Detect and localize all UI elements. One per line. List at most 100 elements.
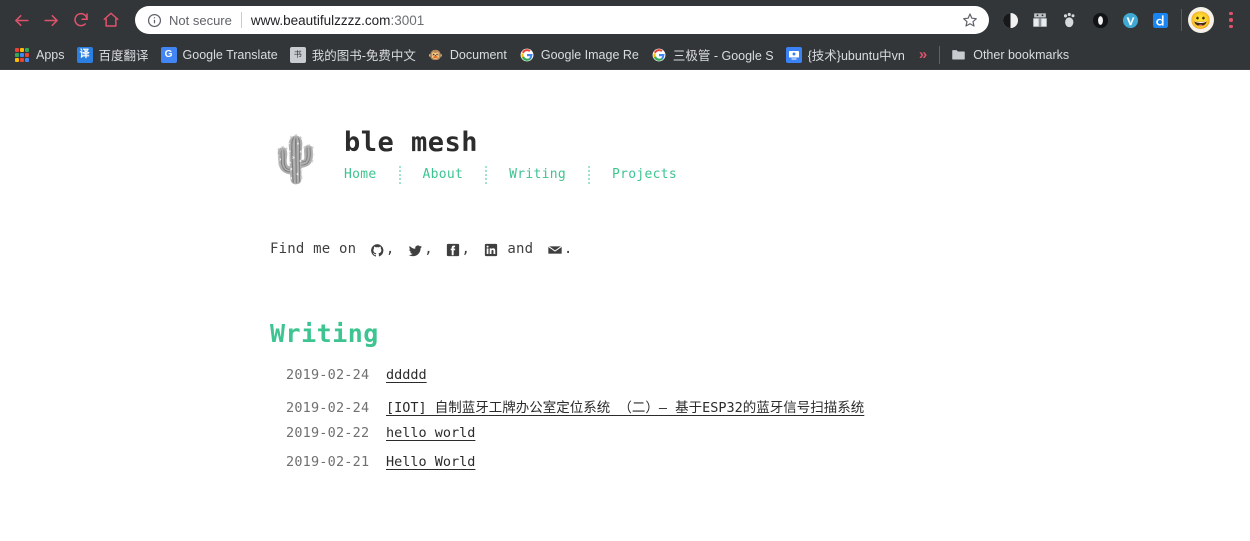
browser-toolbar: Not secure www.beautifulzzzz.com:3001 😀 — [0, 0, 1250, 40]
bookmark-item-google-image-re[interactable]: Google Image Re — [513, 45, 645, 65]
bookmark-label: 我的图书-免费中文 — [311, 49, 416, 63]
find-me-comma: , — [385, 241, 404, 257]
dark-reader-extension-icon[interactable] — [995, 5, 1025, 35]
security-status-label: Not secure — [169, 12, 232, 28]
bookmarks-divider — [939, 45, 941, 64]
d-extension-icon[interactable] — [1145, 5, 1175, 35]
bookmark-item-sanjiguan-google[interactable]: 三极管 - Google S — [645, 43, 780, 66]
bookmark-item-my-books[interactable]: 书 我的图书-免费中文 — [284, 43, 422, 66]
bookmark-label: Google Image Re — [540, 47, 639, 62]
bookmark-label: 三极管 - Google S — [672, 49, 774, 63]
v-circle-glyph — [1122, 12, 1138, 28]
bookmark-label: 百度翻译 — [98, 49, 149, 63]
nav-item-home[interactable]: Home — [344, 167, 399, 182]
gift-extension-icon[interactable] — [1025, 5, 1055, 35]
find-me-joiner: and — [498, 241, 542, 257]
bookmark-item-google-translate[interactable]: G Google Translate — [155, 45, 284, 65]
opera-extension-icon[interactable] — [1085, 5, 1115, 35]
url-port: :3001 — [390, 12, 425, 28]
github-icon[interactable] — [370, 243, 385, 258]
books-icon: 书 — [289, 46, 306, 63]
document-icon: 🐵 — [428, 47, 444, 62]
post-date: 2019-02-24 — [286, 400, 370, 416]
circle-o-glyph — [1092, 12, 1108, 28]
writing-section-heading: Writing — [270, 319, 379, 348]
find-me-comma: , — [461, 241, 479, 257]
back-arrow-icon — [14, 14, 29, 26]
vimium-extension-icon[interactable] — [1115, 5, 1145, 35]
gift-glyph — [1033, 13, 1047, 27]
cactus-logo: 🌵 — [267, 133, 325, 185]
kebab-dot — [1229, 24, 1233, 29]
url-host: www.beautifulzzzz.com — [250, 12, 391, 28]
info-circle-icon[interactable] — [147, 13, 162, 28]
bookmark-item-document[interactable]: 🐵 Document — [422, 45, 513, 65]
gnome-extension-icon[interactable] — [1055, 5, 1085, 35]
foot-glyph — [1063, 12, 1075, 28]
bookmark-label: Google Translate — [182, 47, 278, 62]
other-bookmarks-label: Other bookmarks — [973, 47, 1070, 62]
forward-button[interactable] — [36, 5, 66, 35]
list-item: 2019-02-24 ddddd — [286, 367, 1250, 396]
post-link[interactable]: hello world — [386, 425, 475, 441]
bookmark-label: Apps — [36, 47, 65, 62]
writing-post-list: 2019-02-24 ddddd 2019-02-24 [IOT] 自制蓝牙工牌… — [270, 367, 1250, 483]
avatar[interactable]: 😀 — [1188, 7, 1214, 33]
linkedin-icon[interactable] — [484, 243, 498, 257]
baidu-translate-icon: 译 — [76, 46, 93, 63]
star-icon — [963, 13, 977, 27]
chrome-menu-button[interactable] — [1218, 5, 1244, 35]
twitter-icon[interactable] — [408, 243, 423, 258]
kebab-dot — [1229, 11, 1233, 16]
find-me-on-line: Find me on , , , and . — [270, 241, 1250, 257]
apps-grid-icon — [14, 47, 30, 63]
extension-icons — [995, 5, 1175, 35]
nav-item-writing[interactable]: Writing — [487, 167, 588, 182]
find-me-comma: , — [424, 241, 442, 257]
bookmark-item-apps[interactable]: Apps — [8, 45, 71, 65]
post-link[interactable]: [IOT] 自制蓝牙工牌办公室定位系统 （二）— 基于ESP32的蓝牙信号扫描系… — [386, 396, 864, 416]
other-bookmarks-button[interactable]: Other bookmarks — [944, 45, 1075, 65]
post-link[interactable]: Hello World — [386, 454, 475, 470]
facebook-icon[interactable] — [446, 243, 460, 257]
omnibox-divider — [240, 12, 242, 28]
bookmark-item-ubuntu-vnc[interactable]: {技术}ubuntu中vn — [780, 43, 911, 66]
google-icon — [519, 47, 535, 63]
home-icon — [103, 12, 119, 27]
nav-item-about[interactable]: About — [401, 167, 486, 182]
find-me-prefix: Find me on — [270, 241, 365, 257]
home-button[interactable] — [96, 5, 126, 35]
email-icon[interactable] — [547, 242, 563, 258]
kebab-dot — [1229, 18, 1233, 22]
google-icon — [651, 47, 667, 63]
post-date: 2019-02-24 — [286, 367, 370, 383]
browser-chrome: Not secure www.beautifulzzzz.com:3001 😀 … — [0, 0, 1250, 70]
half-moon-glyph — [1002, 12, 1018, 28]
address-bar[interactable]: Not secure www.beautifulzzzz.com:3001 — [135, 6, 989, 34]
url-text: www.beautifulzzzz.com:3001 — [251, 13, 957, 28]
bookmark-star-button[interactable] — [957, 7, 983, 33]
bookmarks-overflow-button[interactable]: » — [911, 46, 935, 63]
post-date: 2019-02-21 — [286, 454, 370, 470]
site-header-text: ble mesh Home About Writing Projects — [344, 126, 699, 184]
site-nav: Home About Writing Projects — [344, 165, 699, 184]
bookmark-item-baidu-translate[interactable]: 译 百度翻译 — [71, 43, 155, 66]
reload-button[interactable] — [66, 5, 96, 35]
folder-icon — [950, 47, 966, 63]
post-link[interactable]: ddddd — [386, 367, 427, 383]
page-title: ble mesh — [344, 127, 479, 158]
d-square-glyph — [1152, 12, 1168, 28]
reload-icon — [74, 12, 88, 27]
toolbar-divider — [1181, 9, 1182, 31]
back-button[interactable] — [6, 5, 36, 35]
ubuntu-bookmark-icon — [785, 46, 802, 63]
site-header: 🌵 ble mesh Home About Writing Projects — [267, 126, 1250, 190]
nav-item-projects[interactable]: Projects — [590, 167, 699, 182]
list-item: 2019-02-24 [IOT] 自制蓝牙工牌办公室定位系统 （二）— 基于ES… — [286, 396, 1250, 425]
list-item: 2019-02-22 hello world — [286, 425, 1250, 454]
forward-arrow-icon — [43, 14, 58, 26]
bookmarks-bar: Apps 译 百度翻译 G Google Translate 书 我的图书-免费… — [0, 40, 1250, 70]
bookmark-label: Document — [449, 47, 507, 62]
bookmark-label: {技术}ubuntu中vn — [807, 49, 905, 63]
page-content: 🌵 ble mesh Home About Writing Projects F… — [0, 70, 1250, 540]
